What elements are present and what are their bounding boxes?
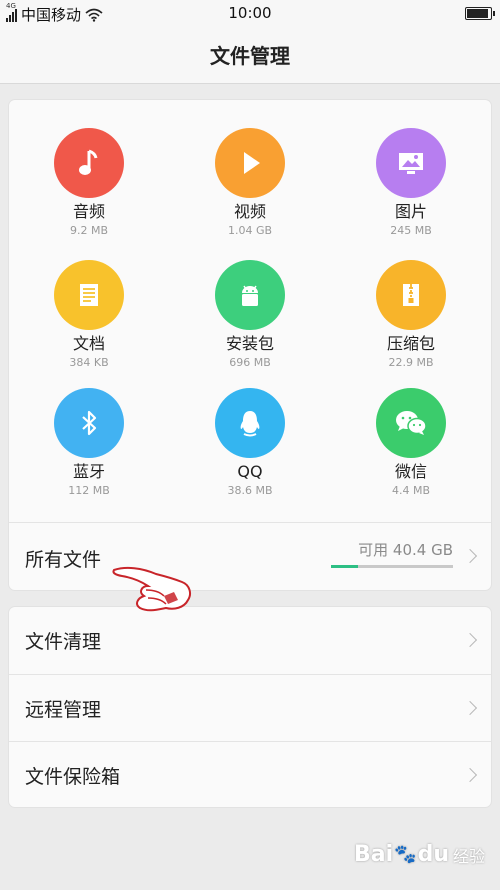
category-bluetooth[interactable]: 蓝牙 112 MB <box>9 388 169 498</box>
category-archives[interactable]: 压缩包 22.9 MB <box>331 260 491 370</box>
title-bar: 文件管理 <box>0 28 500 84</box>
category-label: 安装包 <box>225 334 274 353</box>
category-size: 245 MB <box>390 224 432 237</box>
menu-item-label: 文件保险箱 <box>25 766 121 788</box>
menu-item-label: 文件清理 <box>25 631 102 653</box>
category-size: 696 MB <box>229 356 271 369</box>
qq-penguin-icon <box>215 388 285 458</box>
category-documents[interactable]: 文档 384 KB <box>9 260 169 370</box>
menu-item-label: 远程管理 <box>25 699 102 721</box>
category-label: 蓝牙 <box>72 462 105 481</box>
category-wechat[interactable]: 微信 4.4 MB <box>331 388 491 498</box>
storage-bar-fill <box>331 565 358 568</box>
chevron-right-icon <box>462 700 478 716</box>
category-label: 压缩包 <box>386 334 435 353</box>
storage-bar <box>331 565 453 568</box>
archive-icon <box>376 260 446 330</box>
all-files-row[interactable]: 所有文件 可用 40.4 GB <box>9 522 491 590</box>
category-size: 4.4 MB <box>391 484 431 497</box>
category-label: QQ <box>237 462 263 481</box>
category-size: 384 KB <box>69 356 109 369</box>
chevron-right-icon <box>462 548 478 564</box>
android-icon <box>215 260 285 330</box>
category-pictures[interactable]: 图片 245 MB <box>331 128 491 238</box>
category-apk[interactable]: 安装包 696 MB <box>170 260 330 370</box>
menu-item-file-cleanup[interactable]: 文件清理 <box>9 607 491 674</box>
chevron-right-icon <box>462 632 478 648</box>
picture-icon <box>376 128 446 198</box>
category-label: 视频 <box>233 202 266 221</box>
category-qq[interactable]: QQ 38.6 MB <box>170 388 330 498</box>
play-icon <box>215 128 285 198</box>
watermark-brand-a: Bai <box>354 842 394 867</box>
watermark-brand-b: du <box>417 842 449 867</box>
menu-item-file-safe[interactable]: 文件保险箱 <box>9 741 491 808</box>
category-video[interactable]: 视频 1.04 GB <box>170 128 330 238</box>
category-size: 22.9 MB <box>388 356 434 369</box>
available-storage: 可用 40.4 GB <box>358 541 453 559</box>
all-files-label: 所有文件 <box>25 549 102 571</box>
menu-card: 文件清理 远程管理 文件保险箱 <box>9 607 491 807</box>
battery-icon <box>465 7 495 20</box>
category-label: 图片 <box>394 202 427 221</box>
page-title: 文件管理 <box>210 44 290 68</box>
category-size: 1.04 GB <box>227 224 273 237</box>
watermark-sub: 经验 <box>453 846 486 866</box>
pointing-hand-icon <box>112 566 191 612</box>
wechat-icon <box>376 388 446 458</box>
category-size: 112 MB <box>68 484 110 497</box>
category-audio[interactable]: 音频 9.2 MB <box>9 128 169 238</box>
paw-icon: 🐾 <box>394 844 417 865</box>
status-bar: 4G 中国移动 10:00 <box>0 0 500 28</box>
music-note-icon <box>54 128 124 198</box>
bluetooth-icon <box>54 388 124 458</box>
document-icon <box>54 260 124 330</box>
chevron-right-icon <box>462 767 478 783</box>
baidu-watermark: Bai 🐾 du 经验 <box>354 842 485 867</box>
category-size: 38.6 MB <box>227 484 273 497</box>
category-label: 音频 <box>72 202 105 221</box>
category-label: 文档 <box>72 334 105 353</box>
category-card: 音频 9.2 MB 视频 1.04 GB 图片 245 MB 文档 384 KB <box>9 100 491 590</box>
category-size: 9.2 MB <box>69 224 109 237</box>
category-label: 微信 <box>394 462 427 481</box>
clock: 10:00 <box>228 4 272 22</box>
battery-level <box>467 9 488 18</box>
menu-item-remote-management[interactable]: 远程管理 <box>9 674 491 741</box>
